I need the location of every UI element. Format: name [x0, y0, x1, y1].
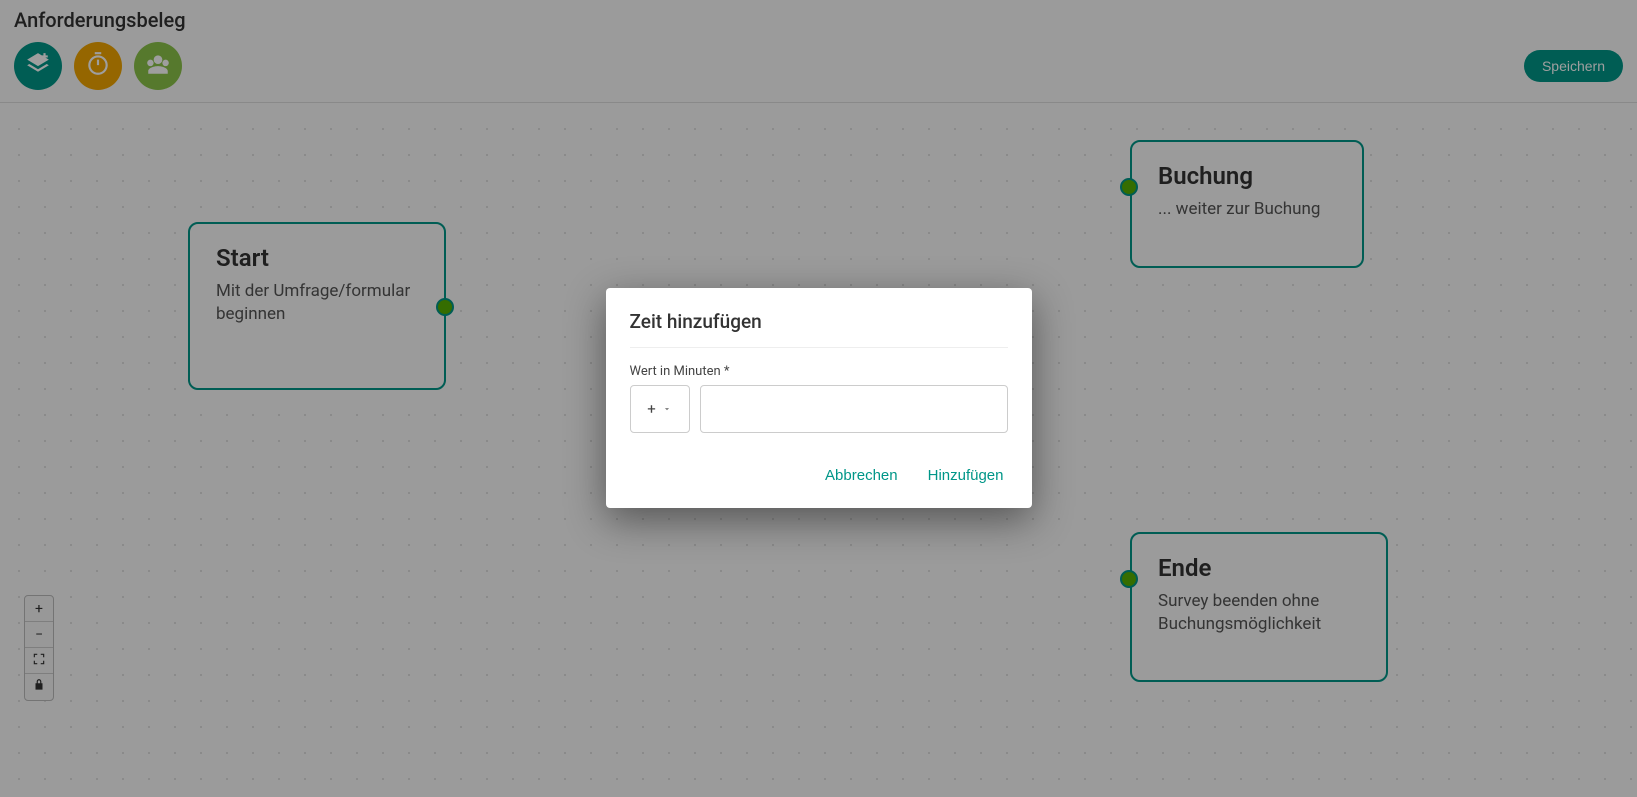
operator-value: +	[647, 400, 656, 418]
minutes-input[interactable]	[700, 385, 1008, 433]
confirm-button[interactable]: Hinzufügen	[924, 461, 1008, 490]
cancel-button[interactable]: Abbrechen	[821, 461, 902, 490]
minutes-field-label: Wert in Minuten *	[630, 364, 1008, 379]
modal-overlay[interactable]: Zeit hinzufügen Wert in Minuten * + Abbr…	[0, 0, 1637, 797]
modal-title: Zeit hinzufügen	[630, 310, 1008, 348]
add-time-modal: Zeit hinzufügen Wert in Minuten * + Abbr…	[606, 288, 1032, 508]
operator-select[interactable]: +	[630, 385, 690, 433]
chevron-down-icon	[662, 400, 672, 418]
